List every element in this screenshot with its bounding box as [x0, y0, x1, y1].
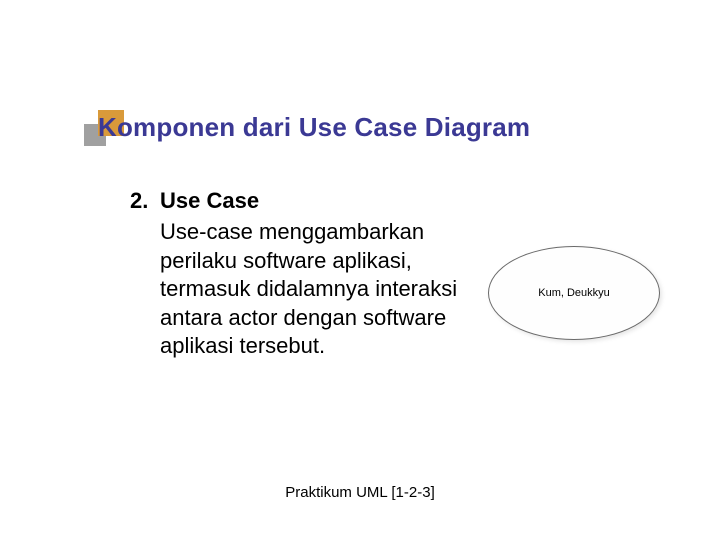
item-name: Use Case: [160, 188, 259, 214]
slide-title: Komponen dari Use Case Diagram: [98, 112, 530, 143]
item-number: 2.: [130, 188, 148, 214]
ellipse-shape: Kum, Deukkyu: [488, 246, 660, 340]
slide: Komponen dari Use Case Diagram 2. Use Ca…: [0, 0, 720, 540]
ellipse-label: Kum, Deukkyu: [538, 287, 610, 299]
slide-footer: Praktikum UML [1-2-3]: [0, 484, 720, 501]
item-description: Use-case menggambarkan perilaku software…: [160, 218, 472, 361]
usecase-ellipse: Kum, Deukkyu: [488, 246, 658, 338]
